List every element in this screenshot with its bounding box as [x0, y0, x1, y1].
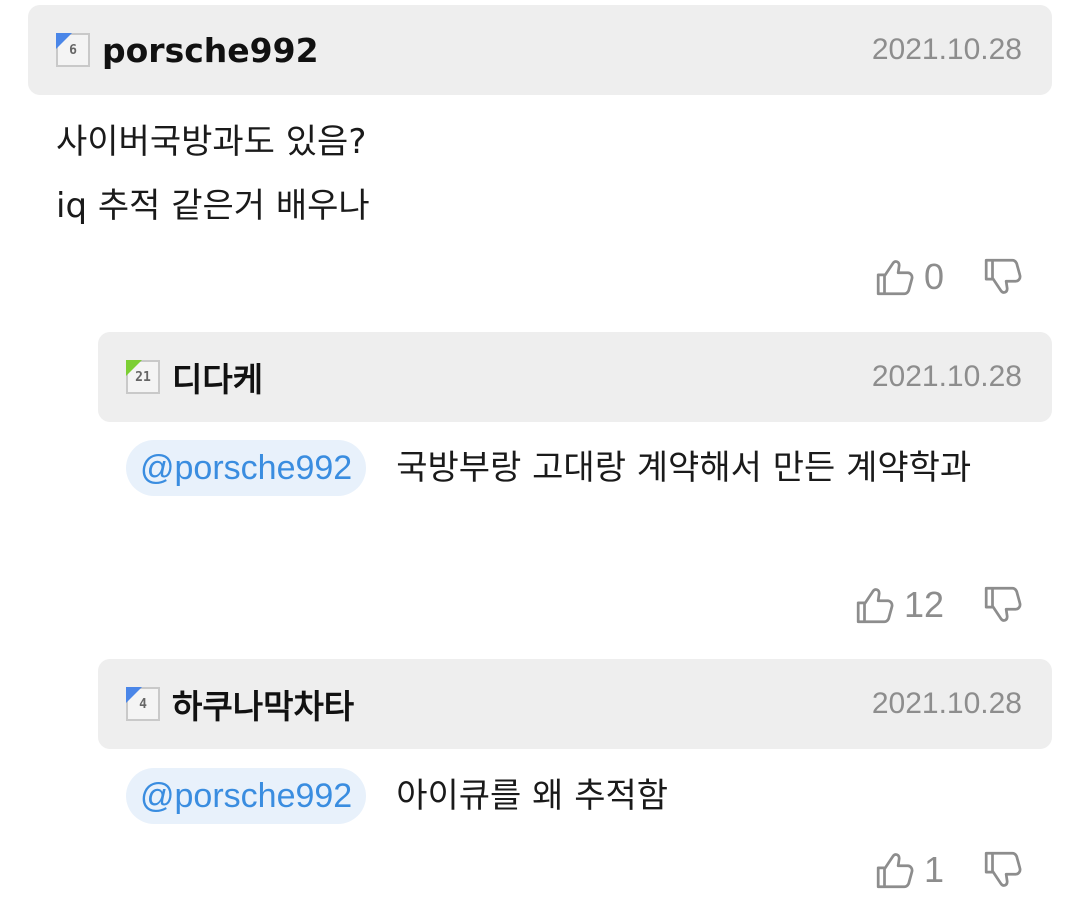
thumbs-down-icon[interactable] [982, 849, 1024, 891]
username[interactable]: 하쿠나막차타 [172, 680, 354, 728]
comment-text-line: 사이버국방과도 있음? [56, 122, 367, 162]
mention-tag[interactable]: @porsche992 [126, 440, 367, 496]
thumbs-down-icon[interactable] [982, 584, 1024, 626]
thumbs-up-icon[interactable] [874, 849, 916, 891]
mention-tag[interactable]: @porsche992 [126, 768, 367, 824]
comment-date: 2021.10.28 [871, 33, 1022, 66]
username[interactable]: 디다케 [172, 353, 263, 401]
reply-header: 4 하쿠나막차타 2021.10.28 [98, 659, 1052, 749]
vote-bar: 1 [874, 845, 1024, 895]
like-count: 0 [923, 256, 944, 297]
level-badge-icon: 6 [56, 33, 90, 67]
vote-bar: 0 [874, 252, 1024, 302]
thumbs-down-icon[interactable] [982, 256, 1024, 298]
reply-header: 21 디다케 2021.10.28 [98, 332, 1052, 422]
comment-text-line: iq 추적 같은거 배우나 [56, 186, 370, 226]
reply-body: @porsche992 국방부랑 고대랑 계약해서 만든 계약학과 [126, 436, 1036, 500]
comment-header: 6 porsche992 2021.10.28 [28, 5, 1052, 95]
comment-body: 사이버국방과도 있음? iq 추적 같은거 배우나 [56, 110, 370, 238]
reply-body: @porsche992 아이큐를 왜 추적함 [126, 764, 1036, 828]
level-badge-icon: 21 [126, 360, 160, 394]
comment-date: 2021.10.28 [871, 360, 1022, 393]
like-count: 12 [903, 584, 944, 625]
like-count: 1 [923, 849, 944, 890]
reply-text: 국방부랑 고대랑 계약해서 만든 계약학과 [396, 448, 972, 488]
level-badge-icon: 4 [126, 687, 160, 721]
reply-text: 아이큐를 왜 추적함 [396, 776, 669, 816]
thumbs-up-icon[interactable] [854, 584, 896, 626]
thumbs-up-icon[interactable] [874, 256, 916, 298]
comment-date: 2021.10.28 [871, 687, 1022, 720]
vote-bar: 12 [854, 580, 1024, 630]
username[interactable]: porsche992 [102, 31, 319, 70]
